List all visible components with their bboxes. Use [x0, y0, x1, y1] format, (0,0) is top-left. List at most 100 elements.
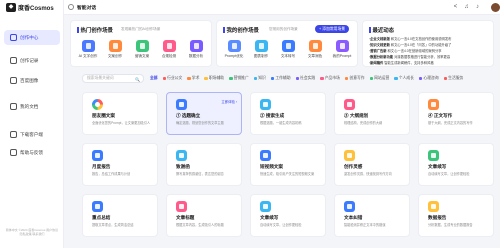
tab-label: 知识 — [258, 76, 266, 80]
tab-label: 网站运营 — [374, 76, 390, 80]
my-scene-item[interactable]: 文本转写 — [276, 40, 300, 59]
sidebar-item-help-feedback[interactable]: 帮助与反馈 — [4, 145, 60, 160]
news-panel: 最近动态 ·企业文档新版 和文心一言4.0在文档创作的使用说明发布 ·知识文档更新… — [362, 20, 494, 67]
try-now-link[interactable]: 立即体验 › — [221, 99, 237, 104]
sidebar-item-creation-history[interactable]: 创作记录 — [4, 53, 60, 68]
scene-card[interactable]: 文章续写 自动续写文章，让创作更轻松 — [250, 194, 326, 237]
tab-dot-icon — [295, 76, 300, 81]
scene-card[interactable]: 文本纠错 智能检测并修正文本中的错误 — [334, 194, 410, 237]
tab-category[interactable]: 营销推广 — [229, 76, 249, 81]
news-tag: ·知识文档更新 — [369, 43, 390, 47]
hot-scenes-subtitle: 发现最热门的AI创作场景 — [121, 27, 161, 31]
scene-card-title: 文章续写 — [428, 164, 447, 169]
scene-card-desc: 确定选题，规划您创作的文章主题 — [176, 121, 224, 125]
scene-card[interactable]: 文章标题 根据文章内容，生成吸引人的标题 — [166, 194, 242, 237]
scene-card-desc: 根据文章内容，生成吸引人的标题 — [176, 223, 224, 227]
scene-card[interactable]: ① 选题确立 确定选题，规划您创作的文章主题 立即体验 › — [166, 92, 242, 135]
tab-category[interactable]: 个人成长 — [394, 76, 414, 81]
sidebar-item-creation-center[interactable]: 创作中心 — [4, 30, 60, 45]
add-scene-button[interactable]: + 添加常用场景 — [315, 25, 350, 33]
my-scene-item[interactable]: 文章润色 — [303, 40, 327, 59]
tab-category[interactable]: 创意写作 — [344, 76, 365, 81]
scene-card-icon — [176, 150, 187, 161]
my-scenes-subtitle: 您常用的创作场景 — [269, 27, 298, 31]
tab-category[interactable]: 行业公文 — [162, 76, 182, 81]
my-scene-item[interactable]: Prompt优化 — [222, 40, 246, 59]
tab-category[interactable]: 心理咨询 — [418, 76, 439, 81]
scene-card[interactable]: 创作灵感 激发创作灵感，快速找到写作方向 — [334, 143, 410, 186]
tab-category[interactable]: 社会实践 — [295, 76, 316, 81]
scene-card[interactable]: ③ 大纲规划 梳理结构，完成创作的大纲 — [334, 92, 410, 135]
scene-card-desc: 撰写真挚的感谢信，表达您的谢意 — [176, 172, 224, 176]
news-text: 对接数据表格进行智能分析，效率更高 — [394, 55, 451, 59]
scene-card[interactable]: 文章续写 自动续写文章，让创作更轻松 — [418, 143, 494, 186]
scene-card[interactable]: 月度报告 报告，总结工作成果与计划 — [82, 143, 158, 186]
my-scene-item-label: 文章润色 — [307, 54, 323, 58]
scene-card-title: 朋友圈文案 — [92, 113, 115, 118]
tab-label: 全部 — [150, 76, 158, 80]
logo[interactable]: ◆ 度香Cosmos — [6, 3, 54, 12]
news-tag: ·新闻稿件 — [369, 61, 384, 65]
scene-card[interactable]: 重点总结 提取文章重点，生成简洁总结 — [82, 194, 158, 237]
page-title: 智能对话 — [77, 6, 97, 11]
news-item[interactable]: ·知识文档更新 和文心一言4.0在「问答」中的功能升级了 — [369, 42, 500, 47]
scene-card-title: 重点总结 — [92, 215, 111, 220]
scene-card[interactable]: ② 搜索生成 根据选题，一键生成内容初稿 — [250, 92, 326, 135]
scene-card[interactable]: 数据报告 分析数据，生成专业的数据报告 — [418, 194, 494, 237]
my-scene-item[interactable]: 图表制作 — [249, 40, 273, 59]
hot-scene-item-label: 合规检测 — [161, 54, 177, 58]
scene-card[interactable]: ④ 正文写作 基于大纲，完成正文内容的写作 — [418, 92, 494, 135]
scene-card-title: ③ 大纲规划 — [344, 113, 369, 118]
sidebar-item-my-docs[interactable]: 我的文档 — [4, 99, 60, 114]
tab-category[interactable]: 产品市场 — [320, 76, 340, 81]
scene-card-desc: 全面优化您的Prompt，让文案更加吸引人 — [92, 121, 151, 125]
hot-scene-item[interactable]: 文案创作 — [103, 40, 127, 59]
share-icon[interactable]: < — [452, 4, 459, 11]
sidebar-item-download-client[interactable]: 下载客户端 — [4, 127, 60, 142]
avatar[interactable] — [491, 3, 500, 12]
tab-dot-icon — [369, 76, 374, 81]
hot-scene-item[interactable]: 合规检测 — [157, 40, 181, 59]
my-scene-item[interactable]: 我的Prompt — [330, 40, 354, 59]
hot-scene-item[interactable]: 营销文案 — [130, 40, 154, 59]
hot-scene-item[interactable]: AI 文字创作 — [76, 40, 100, 59]
tab-category[interactable]: 职场辅助 — [204, 76, 224, 81]
tab-dot-icon — [394, 76, 398, 81]
tab-category[interactable]: 学术 — [187, 76, 199, 81]
scene-card-title: 致谢函 — [176, 164, 190, 169]
search-input[interactable]: 搜索场景关键词 🔍 — [82, 74, 144, 83]
scene-card[interactable]: 朋友圈文案全面优化您的Prompt，让文案更加吸引人 — [82, 92, 158, 135]
tab-category[interactable]: 知识 — [253, 76, 266, 81]
tab-label: 生活服务 — [448, 76, 464, 80]
news-item[interactable]: ·新闻稿件 智能生成新闻稿件，支持多种风格 — [369, 60, 500, 65]
news-item[interactable]: ·企业文档新版 和文心一言4.0在文档创作的使用说明发布 — [369, 36, 500, 41]
news-text: 智能生成新闻稿件，支持多种风格 — [384, 61, 434, 65]
hot-scene-item-icon — [162, 40, 176, 52]
news-text: 和文心一言4.0在营销领域的案例分享 — [387, 49, 442, 53]
logo-mark: ◆ — [6, 3, 16, 12]
hot-scene-item[interactable]: 数据分析 — [184, 40, 208, 59]
sidebar-item-baidu-images[interactable]: 百度图像 — [4, 73, 60, 88]
hot-scene-item-label: 营销文案 — [134, 54, 150, 58]
tab-category[interactable]: 生活服务 — [443, 76, 464, 81]
news-item[interactable]: ·营销广告新 和文心一言4.0在营销领域的案例分享 — [369, 48, 500, 53]
news-text: 和文心一言4.0在文档创作的使用说明发布 — [390, 37, 452, 41]
scene-card[interactable]: 短视频文案 快速生成，吸引用户关注的短视频文案 — [250, 143, 326, 186]
tab-category[interactable]: 工作辅助 — [270, 76, 291, 81]
scene-card[interactable]: 致谢函撰写真挚的感谢信，表达您的谢意 — [166, 143, 242, 186]
tab-label: 学术 — [191, 76, 200, 80]
tab-category[interactable]: 网站运营 — [369, 76, 390, 81]
tab-category[interactable]: 全部 — [150, 76, 158, 81]
tab-dot-icon — [443, 76, 448, 81]
bell-icon[interactable]: ♪ — [474, 4, 481, 11]
search-placeholder: 搜索场景关键词 — [87, 76, 114, 80]
headset-icon[interactable]: ♫ — [463, 4, 470, 11]
tab-label: 产品市场 — [324, 76, 340, 80]
tab-dot-icon — [320, 76, 324, 81]
tab-label: 社会实践 — [300, 76, 316, 80]
scene-card-desc: 根据选题，一键生成内容初稿 — [260, 121, 302, 125]
tab-dot-icon — [187, 76, 191, 81]
tab-dot-icon — [229, 76, 233, 81]
app-root: ◆ 度香Cosmos 创作中心 创作记录 百度图像 我的文档 下载客户端 帮助与反馈 简体… — [0, 0, 500, 248]
news-item[interactable]: ·数据分析新功能 对接数据表格进行智能分析，效率更高 — [369, 54, 500, 59]
